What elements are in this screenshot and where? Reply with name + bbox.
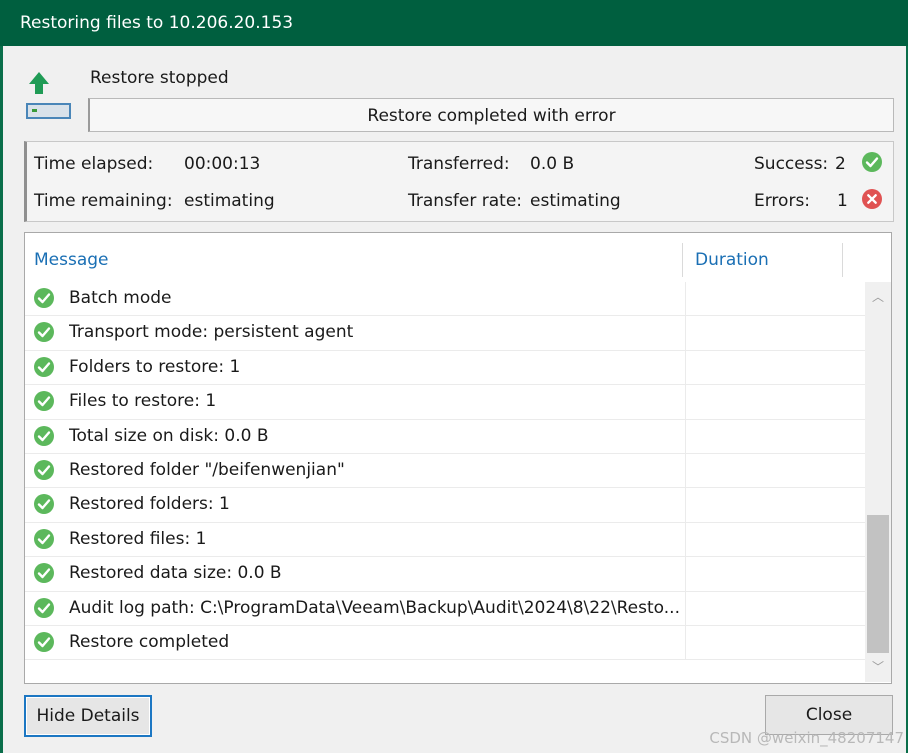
message-list[interactable]: Message Duration Batch mode Transport mod… xyxy=(24,232,892,684)
success-icon xyxy=(34,597,54,618)
transfer-rate-label: Transfer rate: xyxy=(408,191,523,211)
progress-text: Restore completed with error xyxy=(367,106,616,126)
column-divider[interactable] xyxy=(842,243,843,277)
message-text: Restored folders: 1 xyxy=(69,494,230,515)
duration-cell xyxy=(685,350,686,385)
duration-cell xyxy=(685,419,686,453)
time-elapsed-label: Time elapsed: xyxy=(34,154,154,174)
message-text: Restored data size: 0.0 B xyxy=(69,563,282,584)
list-item[interactable]: Transport mode: persistent agent xyxy=(25,316,865,351)
message-text: Restored files: 1 xyxy=(69,528,207,549)
duration-cell xyxy=(685,282,686,316)
success-icon xyxy=(34,425,54,446)
list-item[interactable]: Restored data size: 0.0 B xyxy=(25,557,865,592)
message-text: Audit log path: C:\ProgramData\Veeam\Bac… xyxy=(69,597,680,618)
scrollbar-thumb[interactable] xyxy=(867,515,889,653)
scroll-up-arrow-icon[interactable]: ︿ xyxy=(865,286,891,308)
duration-cell xyxy=(685,625,686,660)
duration-cell xyxy=(685,591,686,625)
success-count: 2 xyxy=(835,154,846,174)
window-border-left xyxy=(0,46,3,753)
column-divider[interactable] xyxy=(682,243,683,277)
success-label: Success: xyxy=(754,154,829,174)
success-icon xyxy=(34,322,54,343)
vertical-scrollbar[interactable]: ︿ ﹀ xyxy=(865,282,891,682)
restore-status-heading: Restore stopped xyxy=(90,68,229,88)
success-icon xyxy=(34,356,54,377)
watermark: CSDN @weixin_48207147 xyxy=(709,729,904,747)
duration-cell xyxy=(685,385,686,419)
title-bar[interactable]: Restoring files to 10.206.20.153 xyxy=(0,0,908,46)
success-icon xyxy=(34,391,54,412)
success-icon xyxy=(34,288,54,308)
success-icon xyxy=(34,528,54,549)
message-rows: Batch mode Transport mode: persistent age… xyxy=(25,282,865,661)
message-text: Folders to restore: 1 xyxy=(69,356,241,377)
errors-count: 1 xyxy=(837,191,848,211)
time-elapsed-value: 00:00:13 xyxy=(184,154,261,174)
list-item[interactable]: Restored folders: 1 xyxy=(25,488,865,523)
list-item[interactable]: Restored files: 1 xyxy=(25,522,865,558)
success-icon xyxy=(34,563,54,584)
duration-cell xyxy=(685,522,686,557)
errors-label: Errors: xyxy=(754,191,811,211)
message-text: Transport mode: persistent agent xyxy=(69,322,354,343)
error-icon xyxy=(862,189,882,209)
message-text: Restored folder "/beifenwenjian" xyxy=(69,459,345,480)
stats-panel: Time elapsed: 00:00:13 Time remaining: e… xyxy=(24,141,894,222)
success-icon xyxy=(34,494,54,515)
restore-upload-icon xyxy=(26,72,71,119)
duration-cell xyxy=(685,488,686,522)
list-item[interactable]: Files to restore: 1 xyxy=(25,385,865,420)
column-header-duration[interactable]: Duration xyxy=(695,250,769,270)
message-text: Batch mode xyxy=(69,288,172,308)
time-remaining-value: estimating xyxy=(184,191,275,211)
message-text: Restore completed xyxy=(69,631,230,652)
duration-cell xyxy=(685,453,686,488)
transferred-label: Transferred: xyxy=(408,154,510,174)
message-text: Files to restore: 1 xyxy=(69,391,217,412)
list-item[interactable]: Restore completed xyxy=(25,625,865,661)
list-item[interactable]: Total size on disk: 0.0 B xyxy=(25,419,865,454)
list-item[interactable]: Folders to restore: 1 xyxy=(25,350,865,386)
list-item[interactable]: Batch mode xyxy=(25,282,865,317)
hide-details-button[interactable]: Hide Details xyxy=(24,695,152,737)
success-icon xyxy=(34,459,54,480)
time-remaining-label: Time remaining: xyxy=(34,191,173,211)
success-icon xyxy=(862,152,882,172)
transfer-rate-value: estimating xyxy=(530,191,621,211)
scroll-down-arrow-icon[interactable]: ﹀ xyxy=(865,656,891,678)
message-text: Total size on disk: 0.0 B xyxy=(69,425,269,446)
duration-cell xyxy=(685,557,686,591)
window-title: Restoring files to 10.206.20.153 xyxy=(20,13,294,33)
restore-progress-bar: Restore completed with error xyxy=(88,98,894,132)
column-header-message[interactable]: Message xyxy=(34,250,109,270)
list-item[interactable]: Audit log path: C:\ProgramData\Veeam\Bac… xyxy=(25,591,865,626)
transferred-value: 0.0 B xyxy=(530,154,575,174)
success-icon xyxy=(34,631,54,652)
message-list-header: Message Duration xyxy=(25,233,891,281)
list-item[interactable]: Restored folder "/beifenwenjian" xyxy=(25,453,865,489)
duration-cell xyxy=(685,316,686,350)
